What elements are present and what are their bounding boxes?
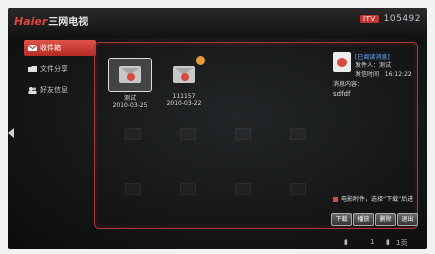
screen: Haier三网电视 ITV 105492 收件箱 文件分享 好友信息 测试 20… [8,8,427,249]
message-date: 2010-03-25 [112,102,148,109]
message-thumb [108,58,152,92]
brand-logo: Haier三网电视 [14,13,88,28]
exit-button[interactable]: 退出 [397,213,418,226]
detail-sender: 发件人：测试 [355,62,392,69]
message-thumb [163,56,205,91]
empty-slot [235,128,251,140]
brand-name: Haier [14,15,48,28]
download-button[interactable]: 下载 [331,213,352,226]
bottom-bar: ▮ 1 ▮ 1页 [8,236,427,249]
remote-icon: ▮ [344,238,348,246]
page-icon: ▮ [386,238,390,246]
brand-product: 三网电视 [48,17,89,28]
hint-icon [333,197,338,202]
page-total: 1页 [396,239,408,247]
message-tile[interactable]: 测试 2010-03-25 [108,58,152,109]
status-number: 105492 [383,14,421,24]
hint-text: 电影附件，选择“下载”后进 [333,194,413,203]
sidebar-item-inbox[interactable]: 收件箱 [24,40,96,56]
empty-slot [290,128,306,140]
message-date: 2010-03-22 [166,100,202,107]
hint-label: 电影附件，选择“下载”后进 [341,196,414,203]
mail-icon [28,44,37,51]
status-area: ITV 105492 [360,14,421,24]
detail-time-value: 16:12:22 [384,71,412,78]
detail-envelope-icon [333,52,351,72]
detail-time: 发信时间 16:12:22 [355,69,412,78]
detail-content-label: 消息内容： [333,81,364,88]
message-name: 测试 [123,95,136,102]
detail-time-label: 发信时间 [355,71,380,78]
play-button[interactable]: 播放 [353,213,374,226]
delete-button[interactable]: 删除 [375,213,396,226]
new-message-icon [196,56,205,65]
message-badge-icon [181,73,189,81]
sidebar-item-label: 好友信息 [40,86,68,94]
message-tile[interactable]: 111157 2010-03-22 [163,56,205,107]
page-number: 1 [370,238,375,246]
empty-slot [125,128,141,140]
left-arrow-icon[interactable] [8,128,14,138]
tv-frame: Haier三网电视 ITV 105492 收件箱 文件分享 好友信息 测试 20… [0,0,435,254]
friends-icon [28,87,37,94]
sidebar-item-file-share[interactable]: 文件分享 [24,61,96,77]
top-bar: Haier三网电视 ITV 105492 [8,8,427,38]
empty-slot [180,183,196,195]
empty-slot [180,128,196,140]
empty-slot [290,183,306,195]
message-badge-icon [127,73,135,81]
empty-slot [125,183,141,195]
message-name: 111157 [172,93,196,100]
status-badge: ITV [360,15,379,23]
action-buttons: 下载 播放 删除 退出 [331,213,418,226]
sidebar-item-label: 收件箱 [40,44,61,52]
sidebar: 收件箱 文件分享 好友信息 [24,40,96,103]
sidebar-item-friends[interactable]: 好友信息 [24,82,96,98]
folder-icon [28,66,37,72]
detail-content: sdfdf [333,90,351,98]
empty-slot [235,183,251,195]
sidebar-item-label: 文件分享 [40,65,68,73]
